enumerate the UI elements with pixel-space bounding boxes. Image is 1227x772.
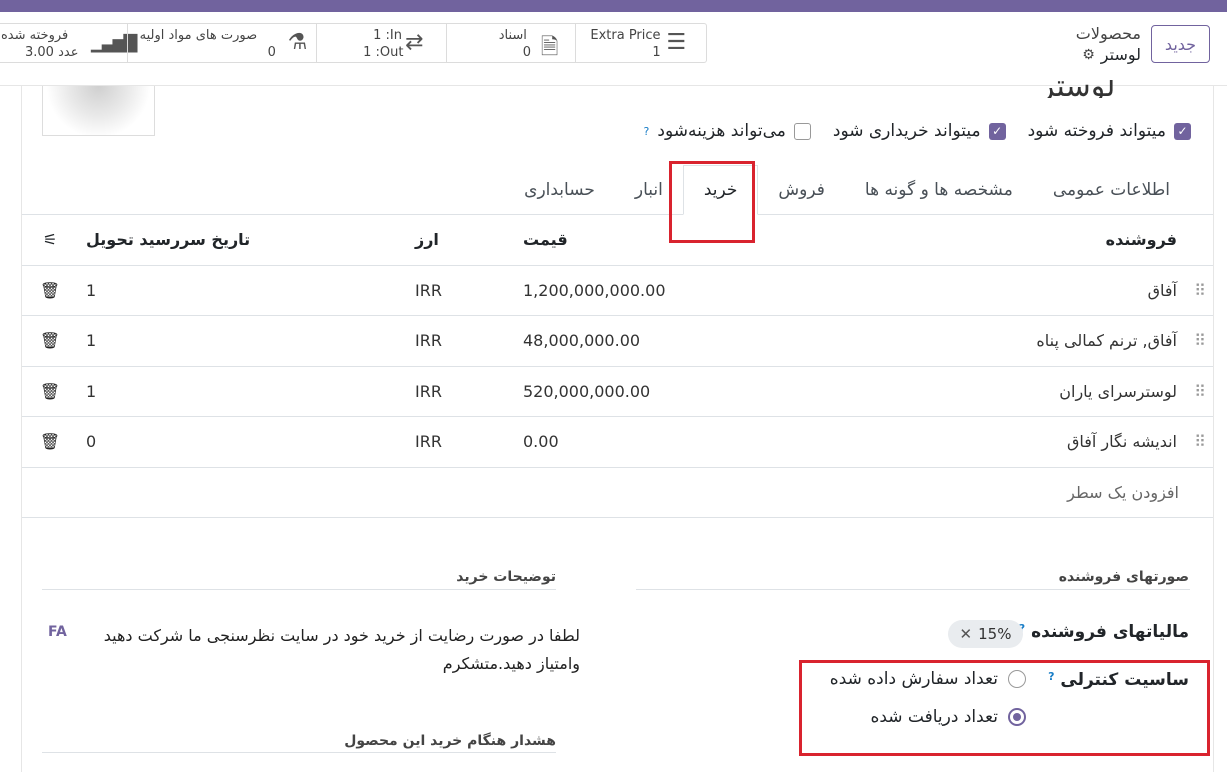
table-row[interactable]: ⠿ آفاق 1,200,000,000.00 IRR 1 🗑 [22,265,1213,316]
documents-value: 0 [522,45,532,60]
option-label: میتواند فروخته شود [1027,121,1166,141]
delivery-cell[interactable]: 1 [78,265,415,316]
product-options: ✓ میتواند فروخته شود ✓ میتواند خریداری شود… [644,121,1191,141]
new-button[interactable]: جدید [1151,25,1210,63]
drag-handle-icon[interactable]: ⠿ [1185,416,1213,468]
extra-price-label: Extra Price [590,28,661,43]
add-line-link[interactable]: افزودن یک سطر [22,467,1185,518]
column-settings-icon[interactable]: ⚟ [22,215,78,266]
tab-sales[interactable]: فروش [758,165,844,215]
vendor-cell[interactable]: لوسترسرای یاران [815,366,1185,417]
delivery-cell[interactable]: 1 [78,315,415,367]
documents-button[interactable]: 🗎 اسناد 0 [445,24,576,62]
extra-price-button[interactable]: ☰ Extra Price 1 [575,24,706,62]
checkbox-checked-icon[interactable]: ✓ [988,122,1006,140]
trash-icon[interactable]: 🗑 [22,366,78,417]
notebook-tabs: اطلاعات عمومی مشخصه ها و گونه ها فروش خر… [500,165,1190,215]
section-divider [42,752,556,753]
table-row[interactable]: ⠿ اندیشه نگار آفاق 0.00 IRR 0 🗑 [22,416,1213,468]
can-be-expensed-option[interactable]: می‌تواند هزینه‌شود? [644,121,811,141]
can-be-sold-option[interactable]: ✓ میتواند فروخته شود [1028,121,1191,141]
vendor-pricelist-table: فروشنده قیمت ارز تاریخ سررسید تحویل ⚟ ⠿ … [22,215,1213,518]
table-row[interactable]: ⠿ آفاق, ترنم کمالی پناه 48,000,000.00 IR… [22,315,1213,367]
gear-icon[interactable]: ⚙ [1082,47,1095,63]
smart-buttons: ▁▃▅▇ فروخته شده 3.00 عدد ⚗ صورت های مواد… [0,23,707,63]
documents-label: اسناد [498,28,527,43]
vendor-cell[interactable]: اندیشه نگار آفاق [815,416,1185,468]
tax-tag-label: 15% [978,625,1012,643]
document-icon: 🗎 [540,35,559,60]
help-icon[interactable]: ? [644,125,650,138]
section-divider [42,589,556,590]
trash-icon[interactable]: 🗑 [22,416,78,468]
price-cell[interactable]: 0.00 [515,416,815,468]
header-vendor[interactable]: فروشنده [815,215,1185,266]
vendor-cell[interactable]: آفاق, ترنم کمالی پناه [815,315,1185,367]
out-label: 1 :Out [363,45,404,60]
currency-cell[interactable]: IRR [415,366,515,417]
price-cell[interactable]: 48,000,000.00 [515,315,815,367]
section-divider [636,589,1190,590]
top-navbar [0,0,1227,12]
vendor-taxes-label: مالیاتهای فروشنده ? [1019,622,1189,642]
purchase-warning-section-title: هشدار هنگام خرید این محصول [344,733,556,749]
product-image[interactable] [42,86,155,136]
can-be-purchased-option[interactable]: ✓ میتواند خریداری شود [833,121,1006,141]
delivery-cell[interactable]: 0 [78,416,415,468]
in-out-button[interactable]: ⇄ 1 :In 1 :Out [316,24,446,62]
transfer-arrows-icon: ⇄ [405,30,424,55]
purchase-description-section-title: توضیحات خرید [456,569,556,585]
flask-icon: ⚗ [287,30,308,55]
drag-handle-icon[interactable]: ⠿ [1185,366,1213,417]
bom-label: صورت های مواد اولیه [139,28,258,43]
vendor-cell[interactable]: آفاق [815,265,1185,316]
bom-button[interactable]: ⚗ صورت های مواد اولیه 0 [126,24,316,62]
language-badge[interactable]: FA [48,624,67,640]
drag-handle-icon[interactable]: ⠿ [1185,265,1213,316]
product-title[interactable]: لوستر [1040,80,1115,98]
close-icon[interactable]: ✕ [960,625,973,643]
table-header-row: فروشنده قیمت ارز تاریخ سررسید تحویل ⚟ [22,215,1213,266]
header-delivery[interactable]: تاریخ سررسید تحویل [78,215,415,266]
sold-value: 3.00 عدد [25,45,79,60]
price-cell[interactable]: 1,200,000,000.00 [515,265,815,316]
option-label: می‌تواند هزینه‌شود [657,121,786,141]
breadcrumb-current: لوستر [1100,45,1141,64]
drag-handle-icon[interactable]: ⠿ [1185,315,1213,367]
highlight-box-control-policy [799,660,1210,756]
currency-cell[interactable]: IRR [415,315,515,367]
option-label: میتواند خریداری شود [832,121,981,141]
tax-tag[interactable]: ✕ 15% [948,620,1023,648]
list-icon: ☰ [666,30,687,55]
sold-label: فروخته شده [1,28,69,43]
currency-cell[interactable]: IRR [415,265,515,316]
checkbox-checked-icon[interactable]: ✓ [1174,122,1191,140]
breadcrumb-parent[interactable]: محصولات [1076,24,1141,43]
add-line-row: افزودن یک سطر [22,467,1213,518]
breadcrumb: محصولات ⚙ لوستر [1076,24,1141,64]
extra-price-value: 1 [652,45,661,60]
vendor-taxes-text: مالیاتهای فروشنده [1031,622,1189,642]
delivery-cell[interactable]: 1 [78,366,415,417]
vendor-bills-section-title: صورتهای فروشنده [1058,569,1189,585]
purchase-description-text[interactable]: لطفا در صورت رضایت از خرید خود در سایت ن… [80,622,580,678]
table-row[interactable]: ⠿ لوسترسرای یاران 520,000,000.00 IRR 1 🗑 [22,366,1213,417]
tab-general-info[interactable]: اطلاعات عمومی [1033,165,1190,215]
trash-icon[interactable]: 🗑 [22,315,78,367]
header-price[interactable]: قیمت [515,215,815,266]
header-currency[interactable]: ارز [415,215,515,266]
in-label: 1 :In [373,28,402,43]
price-cell[interactable]: 520,000,000.00 [515,366,815,417]
checkbox-empty-icon[interactable] [793,122,811,140]
sold-button[interactable]: ▁▃▅▇ فروخته شده 3.00 عدد [0,24,137,62]
currency-cell[interactable]: IRR [415,416,515,468]
trash-icon[interactable]: 🗑 [22,265,78,316]
tab-attributes-variants[interactable]: مشخصه ها و گونه ها [845,165,1033,215]
bom-value: 0 [267,45,276,60]
tab-accounting[interactable]: حسابداری [504,165,615,215]
